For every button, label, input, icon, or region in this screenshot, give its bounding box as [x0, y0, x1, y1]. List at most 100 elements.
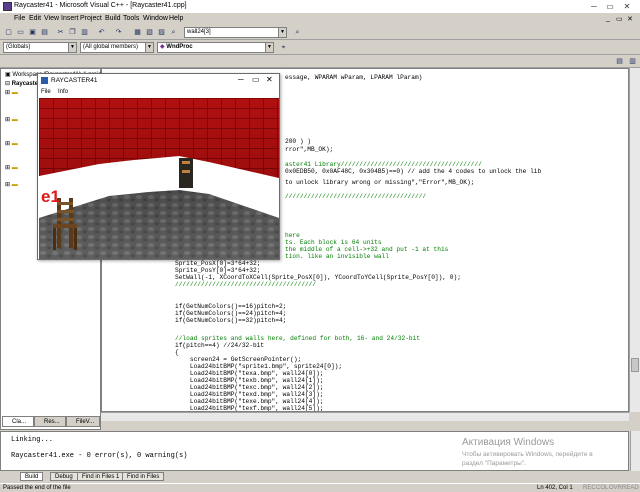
tab-find-in-files-2[interactable]: Find in Files	[122, 472, 165, 481]
output-line: Linking...	[11, 436, 54, 444]
undo-icon[interactable]: ↶	[96, 27, 107, 38]
tree-item[interactable]: ⊞ ▬	[5, 89, 18, 96]
code-line: 0x0EDB50, 0x0AF48C, 0x304B5)==0) // add …	[285, 168, 542, 175]
tab-classview[interactable]: Cla...	[2, 416, 34, 427]
tree-item[interactable]: ⊞ ▬	[5, 164, 18, 171]
wizard-toolbar: (Globals) ▼ (All global members) ▼ ◆ Wnd…	[0, 40, 640, 55]
raycaster-maximize-button[interactable]: ▭	[252, 75, 260, 84]
raycaster-menu-bar: File Info	[38, 87, 279, 97]
tab-resourceview[interactable]: Res...	[34, 416, 66, 427]
tab-find-in-files-1[interactable]: Find in Files 1	[77, 472, 125, 481]
code-line: if(pitch==4) //24/32-bit	[175, 342, 265, 349]
scope-combo-value: (Globals)	[6, 44, 31, 50]
menu-build[interactable]: Build	[105, 15, 121, 22]
tab-resourceview-label: Res...	[44, 419, 60, 425]
raycaster-menu-info[interactable]: Info	[58, 89, 68, 95]
menu-help[interactable]: Help	[169, 15, 183, 22]
close-button[interactable]: ✕	[621, 1, 633, 12]
scope-combo[interactable]: (Globals) ▼	[3, 42, 77, 53]
search-icon[interactable]: ⌕	[292, 27, 303, 38]
sprite-label: e1	[41, 187, 60, 206]
scroll-thumb[interactable]	[631, 358, 639, 372]
save-all-icon[interactable]: ▤	[39, 27, 50, 38]
save-icon[interactable]: ▣	[27, 27, 38, 38]
mdi-minimize-button[interactable]: _	[606, 15, 610, 22]
menu-file[interactable]: File	[14, 15, 25, 22]
window-title: Raycaster41 - Microsoft Visual C++ - [Ra…	[14, 2, 187, 9]
mdi-close-button[interactable]: ✕	[627, 15, 633, 23]
menu-tools[interactable]: Tools	[123, 15, 139, 22]
folder-icon: ▬	[11, 182, 18, 188]
raycaster-minimize-button[interactable]: ─	[238, 75, 244, 84]
raycaster-viewport[interactable]: e1	[39, 98, 279, 259]
expand-icon: ⊞	[5, 165, 11, 171]
folder-icon: ▬	[11, 165, 18, 171]
door-light	[182, 170, 190, 173]
tab-fileview[interactable]: FileV...	[66, 416, 100, 427]
editor-vertical-scrollbar[interactable]	[629, 68, 640, 412]
open-icon[interactable]: ▭	[15, 27, 26, 38]
expand-icon: ⊞	[5, 90, 11, 96]
output-line: Raycaster41.exe - 0 error(s), 0 warning(…	[11, 452, 188, 460]
tab-find-in-files-1-label: Find in Files 1	[82, 474, 120, 480]
tree-item[interactable]: ⊞ ▬	[5, 116, 18, 123]
editor-horizontal-scrollbar[interactable]	[101, 412, 629, 421]
windows-icon[interactable]: ▨	[156, 27, 167, 38]
chevron-down-icon[interactable]: ▼	[265, 43, 273, 52]
find-combo[interactable]: wall24[3] ▼	[184, 27, 287, 38]
menu-insert[interactable]: Insert	[61, 15, 79, 22]
raycaster-close-button[interactable]: ✕	[266, 75, 273, 84]
workspace-icon[interactable]: ▦	[132, 27, 143, 38]
tab-debug-label: Debug	[55, 474, 73, 480]
chevron-down-icon[interactable]: ▼	[68, 43, 76, 52]
paste-icon[interactable]: ▥	[79, 27, 90, 38]
folder-icon: ▬	[11, 90, 18, 96]
menu-project[interactable]: Project	[80, 15, 102, 22]
function-combo[interactable]: ◆ WndProc ▼	[157, 42, 274, 53]
code-line: //////////////////////////////////////	[175, 281, 317, 288]
members-combo[interactable]: (All global members) ▼	[80, 42, 154, 53]
tree-item[interactable]: ⊞ ▬	[5, 181, 18, 188]
mdi-restore-button[interactable]: ▭	[616, 15, 623, 23]
new-file-icon[interactable]: ▢	[3, 27, 14, 38]
code-line: essage, WPARAM wParam, LPARAM lParam)	[285, 74, 423, 81]
menu-window[interactable]: Window	[143, 15, 168, 22]
build-icon[interactable]: ▥	[627, 56, 638, 67]
find-combo-value: wall24[3]	[187, 29, 211, 35]
tree-item[interactable]: ⊞ ▬	[5, 140, 18, 147]
tab-build[interactable]: Build	[20, 472, 44, 481]
tab-fileview-label: FileV...	[76, 419, 95, 425]
cut-icon[interactable]: ✂	[55, 27, 66, 38]
wizard-actions-icon[interactable]: ⌖	[278, 42, 289, 53]
standard-toolbar: ▢ ▭ ▣ ▤ ✂ ❐ ▥ ↶ ↷ ▦ ▧ ▨ ⌕ wall24[3] ▼ ⌕	[0, 24, 640, 40]
code-line: to unlock library wrong or missing","Err…	[285, 179, 475, 186]
output-scrollbar[interactable]	[630, 431, 640, 471]
code-line: tion. like an invisible wall	[285, 253, 389, 260]
output-icon[interactable]: ▧	[144, 27, 155, 38]
minimize-button[interactable]: ─	[588, 1, 600, 12]
tab-debug[interactable]: Debug	[50, 472, 78, 481]
chevron-down-icon[interactable]: ▼	[145, 43, 153, 52]
menu-edit[interactable]: Edit	[29, 15, 41, 22]
copy-icon[interactable]: ❐	[67, 27, 78, 38]
code-line: if(GetNumColors()==32)pitch=4;	[175, 317, 287, 324]
activation-line-2: раздел "Параметры".	[462, 460, 526, 467]
maximize-button[interactable]: ▭	[604, 1, 616, 12]
raycaster-title: RAYCASTER41	[51, 77, 98, 84]
compile-icon[interactable]: ▤	[614, 56, 625, 67]
function-combo-value: WndProc	[166, 44, 193, 50]
redo-icon[interactable]: ↷	[113, 27, 124, 38]
build-toolbar: ▤ ▥	[0, 55, 640, 68]
raycaster-menu-file[interactable]: File	[41, 89, 51, 95]
code-line: Load24bitBMP("texf.bmp", wall24[5]);	[175, 405, 324, 412]
folder-icon: ▬	[11, 117, 18, 123]
door-light	[182, 161, 190, 164]
activation-title: Активация Windows	[462, 437, 555, 448]
members-combo-value: (All global members)	[83, 44, 139, 50]
tab-classview-label: Cla...	[12, 419, 27, 425]
find-in-files-icon[interactable]: ⌕	[168, 27, 179, 38]
raycaster-window: RAYCASTER41 ─ ▭ ✕ File Info e1	[37, 73, 280, 260]
code-line: //////////////////////////////////////	[285, 193, 427, 200]
menu-view[interactable]: View	[44, 15, 59, 22]
chevron-down-icon[interactable]: ▼	[278, 28, 286, 37]
